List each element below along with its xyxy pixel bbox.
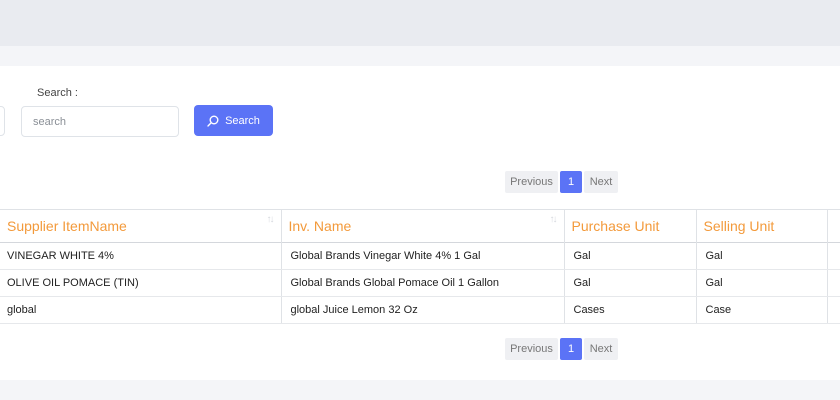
sort-icon[interactable]: ↑↓ [550,214,558,225]
cell-purchase-unit: Gal [564,269,697,297]
search-input[interactable] [21,106,179,137]
cell-extra [827,269,840,297]
supplier-items-table: Supplier ItemName ↑↓ Inv. Name ↑↓ Purcha… [0,209,840,324]
previous-page-button[interactable]: Previous [505,171,558,193]
cell-extra [827,242,840,270]
pagination-top: Previous 1 Next [505,171,618,193]
cell-supplier-itemname: OLIVE OIL POMACE (TIN) [0,269,282,297]
cell-inv-name: Global Brands Vinegar White 4% 1 Gal [281,242,565,270]
filter-input-partial[interactable] [0,106,5,136]
cell-supplier-itemname: global [0,296,282,324]
column-header-purchase-unit[interactable]: Purchase Unit [564,209,697,243]
table-row[interactable]: OLIVE OIL POMACE (TIN) Global Brands Glo… [0,269,840,297]
cell-purchase-unit: Cases [564,296,697,324]
cell-selling-unit: Gal [696,269,828,297]
table-header-row: Supplier ItemName ↑↓ Inv. Name ↑↓ Purcha… [0,209,840,243]
search-icon [207,115,219,127]
cell-supplier-itemname: VINEGAR WHITE 4% [0,242,282,270]
cell-selling-unit: Case [696,296,828,324]
table-row[interactable]: global global Juice Lemon 32 Oz Cases Ca… [0,296,840,324]
cell-purchase-unit: Gal [564,242,697,270]
column-header-inv-name[interactable]: Inv. Name ↑↓ [281,209,565,243]
page-1-button[interactable]: 1 [560,171,582,193]
cell-inv-name: Global Brands Global Pomace Oil 1 Gallon [281,269,565,297]
cell-extra [827,296,840,324]
next-page-button[interactable]: Next [584,338,618,360]
next-page-button[interactable]: Next [584,171,618,193]
pagination-bottom: Previous 1 Next [505,338,618,360]
search-label: Search : [37,87,78,99]
cell-selling-unit: Gal [696,242,828,270]
top-bar [0,0,840,46]
search-button-label: Search [225,114,260,127]
sort-icon[interactable]: ↑↓ [267,214,275,225]
previous-page-button[interactable]: Previous [505,338,558,360]
column-header-extra [827,209,840,243]
page-1-button[interactable]: 1 [560,338,582,360]
table-row[interactable]: VINEGAR WHITE 4% Global Brands Vinegar W… [0,242,840,270]
search-button[interactable]: Search [194,105,273,136]
column-header-selling-unit[interactable]: Selling Unit [696,209,828,243]
cell-inv-name: global Juice Lemon 32 Oz [281,296,565,324]
column-header-supplier-itemname[interactable]: Supplier ItemName ↑↓ [0,209,282,243]
